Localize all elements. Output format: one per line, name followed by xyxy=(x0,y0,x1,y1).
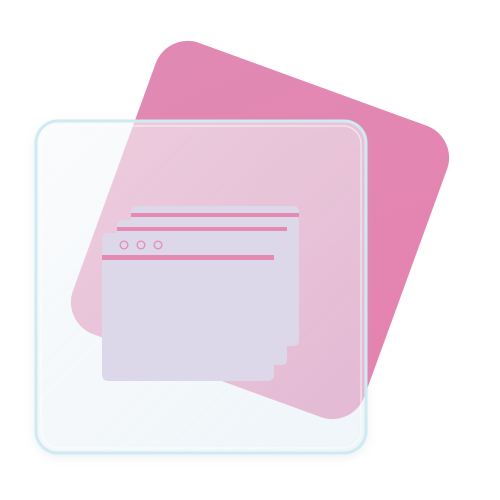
multiple-windows-icon xyxy=(102,206,299,381)
icon-artwork xyxy=(34,40,450,455)
app-icon-illustration xyxy=(0,0,500,500)
window-front xyxy=(102,233,274,381)
